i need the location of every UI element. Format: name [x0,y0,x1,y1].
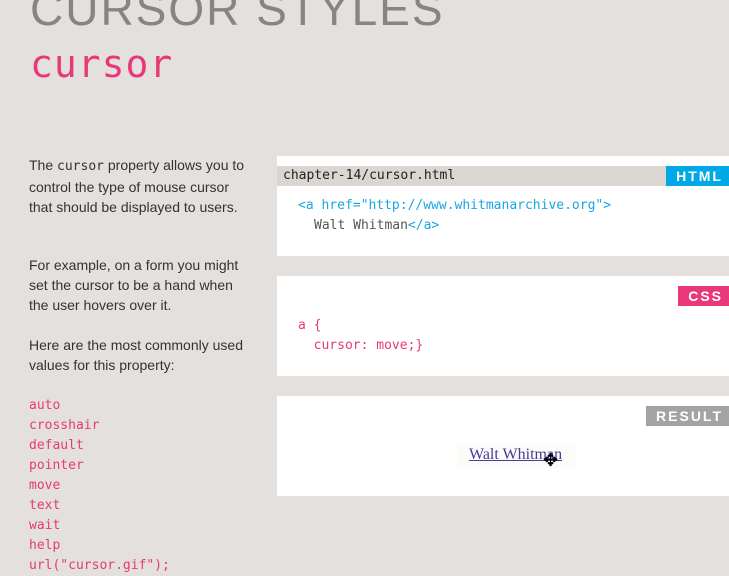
value-item: url("cursor.gif"); [29,558,170,573]
value-item: help [29,538,61,553]
common-text: Here are the most commonly used values f… [29,337,243,373]
html-line-2: Walt Whitman</a> [314,216,439,236]
intro-text: The cursor property allows you to contro… [29,155,249,217]
html-panel: chapter-14/cursor.html HTML <a href="htt… [277,156,729,256]
value-item: auto [29,398,61,413]
value-item: crosshair [29,418,100,433]
css-line-1: a { [298,318,322,333]
page-subtitle: cursor [30,42,174,86]
value-item: default [29,438,84,453]
value-item: pointer [29,458,84,473]
walt-whitman-link[interactable]: Walt Whitman [457,444,577,468]
result-panel: RESULT Walt Whitman ✥ [277,396,729,496]
cursor-values-list: auto crosshair default pointer move text… [29,396,170,576]
page-title: CURSOR STYLES [30,0,445,35]
example-text: For example, on a form you might set the… [29,257,239,313]
css-panel: CSS a { cursor: move;} [277,276,729,376]
link-text-code: Walt Whitman [314,218,408,233]
css-tag: CSS [678,286,729,306]
value-item: move [29,478,61,493]
css-line-2: cursor: move;} [298,338,424,353]
intro-code: cursor [57,159,104,174]
value-item: text [29,498,61,513]
result-tag: RESULT [646,406,729,426]
html-tag: HTML [666,166,729,186]
move-cursor-icon: ✥ [543,450,559,470]
closing-tag: </a> [407,218,440,233]
file-name: chapter-14/cursor.html [277,166,672,186]
html-line-1: <a href="http://www.whitmanarchive.org"> [298,198,612,213]
value-item: wait [29,518,61,533]
intro-before: The [29,157,58,173]
